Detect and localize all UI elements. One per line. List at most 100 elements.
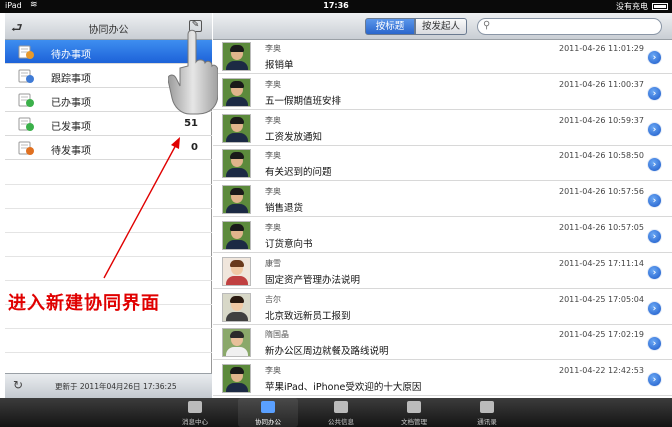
empty-row-divider xyxy=(5,352,212,353)
detail-disclosure-icon[interactable]: › xyxy=(647,50,662,65)
message-time: 2011-04-26 11:01:29 xyxy=(559,44,644,53)
sent-check-icon xyxy=(18,116,34,132)
search-icon: ⚲ xyxy=(483,20,491,31)
message-subject: 固定资产管理办法说明 xyxy=(265,274,361,286)
message-row[interactable]: 李奥 五一假期值班安排 2011-04-26 11:00:37 › xyxy=(213,76,672,110)
right-pane: 按标题 按发起人 ⚲ 李奥 报销单 2011-04-26 11:01:29 › 李奥 五一… xyxy=(213,13,672,398)
search-input[interactable]: ⚲ xyxy=(477,18,662,35)
message-subject: 五一假期值班安排 xyxy=(265,95,342,107)
message-time: 2011-04-22 12:42:53 xyxy=(559,366,644,376)
menu-item-label: 待发事项 xyxy=(51,146,91,157)
message-row[interactable]: 李奥 苹果iPad、iPhone受欢迎的十大原因 2011-04-22 12:42:… xyxy=(213,362,672,397)
message-time: 2011-04-25 17:05:04 xyxy=(559,294,644,304)
menu-item-label: 已发事项 xyxy=(51,122,91,133)
message-time: 2011-04-25 17:02:19 xyxy=(559,330,644,340)
document-icon xyxy=(407,401,421,413)
detail-disclosure-icon[interactable]: › xyxy=(647,336,662,352)
empty-row-divider xyxy=(5,328,212,329)
message-time: 2011-04-26 11:00:37 xyxy=(559,79,644,89)
message-sender: 李奥 xyxy=(265,44,281,53)
tab-label: 协同办公 xyxy=(255,418,281,426)
empty-row-divider xyxy=(5,184,212,185)
done-check-icon xyxy=(18,92,34,108)
avatar xyxy=(222,256,251,286)
message-subject: 工资发放通知 xyxy=(265,131,323,143)
segment-by-title[interactable]: 按标题 xyxy=(365,18,415,35)
message-icon xyxy=(188,401,202,413)
avatar xyxy=(222,113,251,143)
detail-disclosure-icon[interactable]: › xyxy=(647,121,662,137)
message-sender: 李奥 xyxy=(265,366,281,376)
tab-label: 公共信息 xyxy=(328,418,354,426)
message-subject: 报销单 xyxy=(265,60,294,71)
avatar xyxy=(222,221,251,250)
message-subject: 新办公区周边就餐及路线说明 xyxy=(265,346,389,358)
avatar xyxy=(222,42,251,71)
hand-pointer-icon xyxy=(168,29,218,115)
tab-label: 通讯录 xyxy=(477,418,497,426)
tab-label: 文档管理 xyxy=(401,418,427,426)
empty-row-divider xyxy=(5,232,212,233)
message-row[interactable]: 李奥 有关迟到的问题 2011-04-26 10:58:50 › xyxy=(213,147,672,182)
message-time: 2011-04-25 17:11:14 xyxy=(559,258,644,268)
message-time: 2011-04-26 10:59:37 xyxy=(559,115,644,125)
message-subject: 订货意向书 xyxy=(265,239,313,250)
message-row[interactable]: 李奥工资发放通知 2011-04-26 10:59:37 › xyxy=(213,112,672,146)
contacts-icon xyxy=(480,401,494,413)
refresh-icon[interactable]: ↻ xyxy=(13,378,23,392)
avatar xyxy=(222,185,251,215)
message-row[interactable]: 李奥报销单 2011-04-26 11:01:29 › xyxy=(213,40,672,74)
message-sender: 李奥 xyxy=(265,187,281,197)
public-info-icon xyxy=(334,401,348,413)
message-row[interactable]: 康雪固定资产管理办法说明 2011-04-25 17:11:14 › xyxy=(213,255,672,289)
collaboration-icon xyxy=(261,401,275,413)
avatar xyxy=(222,364,251,394)
menu-item-label: 跟踪事项 xyxy=(51,74,91,85)
menu-item-label: 已办事项 xyxy=(51,98,91,109)
message-time: 2011-04-26 10:57:05 xyxy=(559,223,644,232)
segment-by-sender[interactable]: 按发起人 xyxy=(415,18,467,35)
left-footer: ↻ 更新于 2011年04月26日 17:36:25 xyxy=(5,373,212,398)
tab-item[interactable]: 公共信息 xyxy=(311,398,371,427)
tab-item[interactable]: 协同办公 xyxy=(238,398,298,427)
updated-time: 更新于 2011年04月26日 17:36:25 xyxy=(55,382,177,391)
message-sender: 康雪 xyxy=(265,258,281,268)
clock: 17:36 xyxy=(323,1,349,10)
battery-icon xyxy=(652,3,668,10)
message-sender: 李奥 xyxy=(265,115,281,125)
empty-row-divider xyxy=(5,280,212,281)
detail-disclosure-icon[interactable]: › xyxy=(647,372,662,388)
avatar xyxy=(222,328,251,358)
detail-disclosure-icon[interactable]: › xyxy=(647,157,662,173)
message-row[interactable]: 李奥订货意向书 2011-04-26 10:57:05 › xyxy=(213,219,672,253)
tab-bar: 消息中心 协同办公 公共信息 文档管理 通讯录 xyxy=(0,398,672,427)
menu-item-count: 51 xyxy=(184,118,198,129)
message-subject: 销售退货 xyxy=(265,203,304,215)
detail-disclosure-icon[interactable]: › xyxy=(647,193,662,209)
message-sender: 隋国晶 xyxy=(265,330,289,340)
tab-label: 消息中心 xyxy=(182,418,208,426)
message-row[interactable]: 吉尔北京致远新员工报到 2011-04-25 17:05:04 › xyxy=(213,291,672,325)
pending-folder-icon xyxy=(18,44,34,60)
detail-disclosure-icon[interactable]: › xyxy=(647,264,662,280)
tab-item[interactable]: 通讯录 xyxy=(457,398,517,427)
menu-item-label: 待办事项 xyxy=(51,50,91,61)
message-sender: 李奥 xyxy=(265,223,281,232)
charge-status: 没有充电 xyxy=(616,2,648,11)
tab-item[interactable]: 消息中心 xyxy=(165,398,225,427)
tab-item[interactable]: 文档管理 xyxy=(384,398,444,427)
message-subject: 北京致远新员工报到 xyxy=(265,310,351,322)
menu-item[interactable]: 待发事项 0 xyxy=(5,136,212,160)
outbox-arrow-icon xyxy=(18,140,34,156)
menu-item-count: 0 xyxy=(191,142,198,153)
detail-disclosure-icon[interactable]: › xyxy=(647,85,662,101)
avatar xyxy=(222,149,251,179)
message-row[interactable]: 隋国晶新办公区周边就餐及路线说明 2011-04-25 17:02:19 › xyxy=(213,326,672,361)
detail-disclosure-icon[interactable]: › xyxy=(647,300,662,316)
message-sender: 吉尔 xyxy=(265,294,281,304)
message-subject: 有关迟到的问题 xyxy=(265,167,332,179)
detail-disclosure-icon[interactable]: › xyxy=(647,229,662,244)
message-row[interactable]: 李奥 销售退货 2011-04-26 10:57:56 › xyxy=(213,183,672,218)
annotation-text: 进入新建协同界面 xyxy=(8,293,160,314)
message-sender: 李奥 xyxy=(265,151,281,161)
